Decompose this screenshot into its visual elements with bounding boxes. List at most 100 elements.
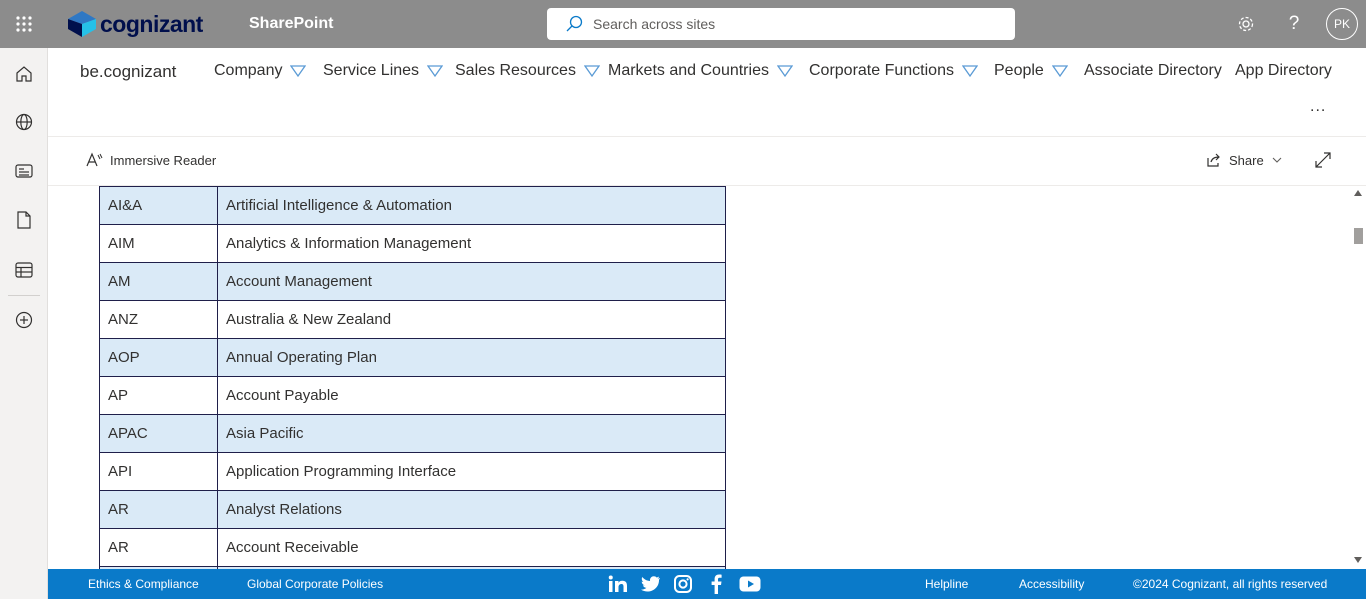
cognizant-logo[interactable]: cognizant <box>68 10 203 38</box>
dropdown-triangle-icon[interactable] <box>427 65 444 77</box>
linkedin-icon[interactable] <box>608 573 628 595</box>
meaning-cell: Australia & New Zealand <box>217 300 726 339</box>
dropdown-triangle-icon[interactable] <box>290 65 307 77</box>
share-button[interactable]: Share <box>1206 152 1282 168</box>
meaning-cell: Account Payable <box>217 376 726 415</box>
immersive-reader-icon <box>86 152 103 167</box>
dropdown-triangle-icon[interactable] <box>776 65 793 77</box>
globe-icon[interactable] <box>12 110 36 134</box>
footer-ethics-link[interactable]: Ethics & Compliance <box>88 577 199 591</box>
search-box[interactable]: Search across sites <box>547 8 1015 40</box>
abbreviation-cell: AI&A <box>99 186 218 225</box>
nav-label: Associate Directory <box>1084 62 1222 79</box>
footer-helpline-link[interactable]: Helpline <box>925 577 968 591</box>
search-input[interactable]: Search across sites <box>593 16 715 32</box>
footer-copyright: ©2024 Cognizant, all rights reserved <box>1133 577 1328 591</box>
nav-label: Sales Resources <box>455 62 576 79</box>
table-row: AR Account Receivable <box>99 528 726 567</box>
abbreviation-cell: AM <box>99 262 218 301</box>
youtube-icon[interactable] <box>739 573 761 595</box>
dropdown-triangle-icon[interactable] <box>961 65 978 77</box>
abbreviation-cell: AP <box>99 376 218 415</box>
instagram-icon[interactable] <box>674 573 692 595</box>
nav-more-button[interactable]: ... <box>1310 98 1326 116</box>
meaning-cell: Annual Operating Plan <box>217 338 726 377</box>
app-launcher-icon[interactable] <box>0 0 48 48</box>
nav-app-directory[interactable]: App Directory <box>1235 62 1332 80</box>
meaning-cell: Account Management <box>217 262 726 301</box>
files-icon[interactable] <box>12 208 36 232</box>
table-row: AR Analyst Relations <box>99 490 726 529</box>
cognizant-logo-icon <box>68 11 96 37</box>
abbreviations-table: AI&A Artificial Intelligence & Automatio… <box>99 186 726 569</box>
home-icon[interactable] <box>12 62 36 86</box>
nav-label: App Directory <box>1235 62 1332 79</box>
share-icon <box>1207 153 1220 167</box>
nav-markets-and-countries[interactable]: Markets and Countries <box>608 62 793 80</box>
scrollbar-thumb[interactable] <box>1354 228 1363 244</box>
table-row: AIM Analytics & Information Management <box>99 224 726 263</box>
meaning-cell: Analyst Relations <box>217 490 726 529</box>
nav-label: Corporate Functions <box>809 62 954 79</box>
abbreviation-cell: AIM <box>99 224 218 263</box>
help-icon[interactable]: ? <box>1282 12 1306 36</box>
meaning-cell: Analytics & Information Management <box>217 224 726 263</box>
app-title[interactable]: SharePoint <box>249 15 333 33</box>
nav-label: Service Lines <box>323 62 420 79</box>
table-row: AI&A Artificial Intelligence & Automatio… <box>99 186 726 225</box>
scroll-up-arrow-icon[interactable] <box>1354 190 1362 196</box>
abbreviation-cell: ANZ <box>99 300 218 339</box>
site-footer: Ethics & Compliance Global Corporate Pol… <box>48 569 1366 599</box>
meaning-cell: Application Programming Interface <box>217 452 726 491</box>
meaning-cell: Account Receivable <box>217 528 726 567</box>
command-bar: Immersive Reader Share <box>48 137 1366 186</box>
meaning-cell: Artificial Intelligence & Automation <box>217 186 726 225</box>
app-bar <box>0 48 48 599</box>
vertical-scrollbar[interactable] <box>1350 186 1366 569</box>
table-row: AP Account Payable <box>99 376 726 415</box>
rail-divider <box>8 295 40 296</box>
nav-corporate-functions[interactable]: Corporate Functions <box>809 62 978 80</box>
chevron-down-icon <box>1272 157 1282 163</box>
footer-accessibility-link[interactable]: Accessibility <box>1019 577 1084 591</box>
nav-label: Markets and Countries <box>608 62 769 79</box>
nav-sales-resources[interactable]: Sales Resources <box>455 62 600 80</box>
nav-associate-directory[interactable]: Associate Directory <box>1084 62 1222 80</box>
logo-text: cognizant <box>100 10 203 37</box>
abbreviation-cell: API <box>99 452 218 491</box>
immersive-reader-button[interactable]: Immersive Reader <box>86 152 216 168</box>
nav-label: Company <box>214 62 283 79</box>
nav-company[interactable]: Company <box>214 62 307 80</box>
page-content: AI&A Artificial Intelligence & Automatio… <box>48 186 1350 569</box>
create-add-icon[interactable] <box>12 308 36 332</box>
table-row: AOP Annual Operating Plan <box>99 338 726 377</box>
immersive-reader-label: Immersive Reader <box>110 152 217 168</box>
avatar[interactable]: PK <box>1326 8 1358 40</box>
search-icon <box>566 15 583 32</box>
abbreviation-cell: AOP <box>99 338 218 377</box>
table-row: AM Account Management <box>99 262 726 301</box>
table-row: APAC Asia Pacific <box>99 414 726 453</box>
nav-people[interactable]: People <box>994 62 1068 80</box>
abbreviation-cell: AR <box>99 490 218 529</box>
share-label: Share <box>1229 152 1264 168</box>
lists-icon[interactable] <box>12 258 36 282</box>
meaning-cell: Asia Pacific <box>217 414 726 453</box>
dropdown-triangle-icon[interactable] <box>1051 65 1068 77</box>
suite-bar: cognizant SharePoint Search across sites… <box>0 0 1366 48</box>
expand-icon[interactable] <box>1314 151 1332 174</box>
table-row: API Application Programming Interface <box>99 452 726 491</box>
nav-label: People <box>994 62 1044 79</box>
settings-gear-icon[interactable] <box>1234 12 1258 36</box>
twitter-icon[interactable] <box>641 573 661 595</box>
footer-policies-link[interactable]: Global Corporate Policies <box>247 577 383 591</box>
scroll-down-arrow-icon[interactable] <box>1354 557 1362 563</box>
facebook-icon[interactable] <box>710 573 722 595</box>
abbreviation-cell: AR <box>99 528 218 567</box>
dropdown-triangle-icon[interactable] <box>583 65 600 77</box>
nav-service-lines[interactable]: Service Lines <box>323 62 444 80</box>
table-row: ANZ Australia & New Zealand <box>99 300 726 339</box>
site-title[interactable]: be.cognizant <box>80 62 176 82</box>
site-header: be.cognizant Company Service Lines Sales… <box>48 48 1366 137</box>
news-icon[interactable] <box>12 159 36 183</box>
